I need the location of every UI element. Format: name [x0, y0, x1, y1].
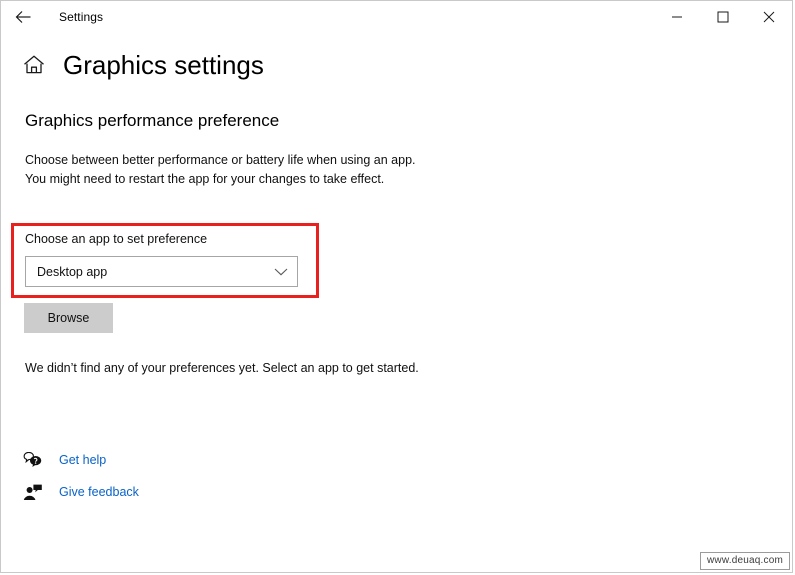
window-title: Settings: [59, 9, 104, 24]
give-feedback-link[interactable]: Give feedback: [23, 480, 139, 504]
section-title: Graphics performance preference: [25, 111, 280, 130]
chevron-down-icon: [274, 267, 288, 276]
footer-links: Get help Give feedback: [23, 448, 139, 512]
app-type-dropdown-value: Desktop app: [37, 264, 108, 279]
section-description: Choose between better performance or bat…: [25, 151, 772, 189]
maximize-icon: [717, 11, 729, 23]
app-type-dropdown[interactable]: Desktop app: [25, 256, 298, 287]
main-content: Graphics performance preference Choose b…: [1, 111, 792, 189]
maximize-button[interactable]: [700, 1, 746, 32]
get-help-link[interactable]: Get help: [23, 448, 139, 472]
empty-state-status-text: We didn’t find any of your preferences y…: [25, 361, 419, 375]
page-header: Graphics settings: [21, 52, 792, 78]
close-button[interactable]: [746, 1, 792, 32]
description-line-2: You might need to restart the app for yo…: [25, 172, 385, 186]
minimize-icon: [671, 11, 683, 23]
settings-window: Settings Graphics settings Graphics perf…: [0, 0, 793, 573]
app-preference-label: Choose an app to set preference: [25, 232, 208, 246]
minimize-button[interactable]: [654, 1, 700, 32]
arrow-left-icon: [15, 10, 32, 24]
back-button[interactable]: [1, 1, 45, 32]
page-title: Graphics settings: [63, 50, 264, 80]
feedback-person-icon: [23, 482, 47, 502]
window-controls: [654, 1, 792, 32]
help-bubble-icon: [23, 450, 47, 470]
get-help-label: Get help: [59, 453, 107, 467]
browse-button[interactable]: Browse: [24, 303, 113, 333]
description-line-1: Choose between better performance or bat…: [25, 153, 416, 167]
title-bar: Settings: [1, 1, 792, 32]
give-feedback-label: Give feedback: [59, 485, 139, 499]
watermark: www.deuaq.com: [700, 552, 790, 570]
close-icon: [763, 11, 775, 23]
home-icon[interactable]: [21, 52, 47, 78]
app-preference-group: Choose an app to set preference Desktop …: [25, 232, 300, 287]
